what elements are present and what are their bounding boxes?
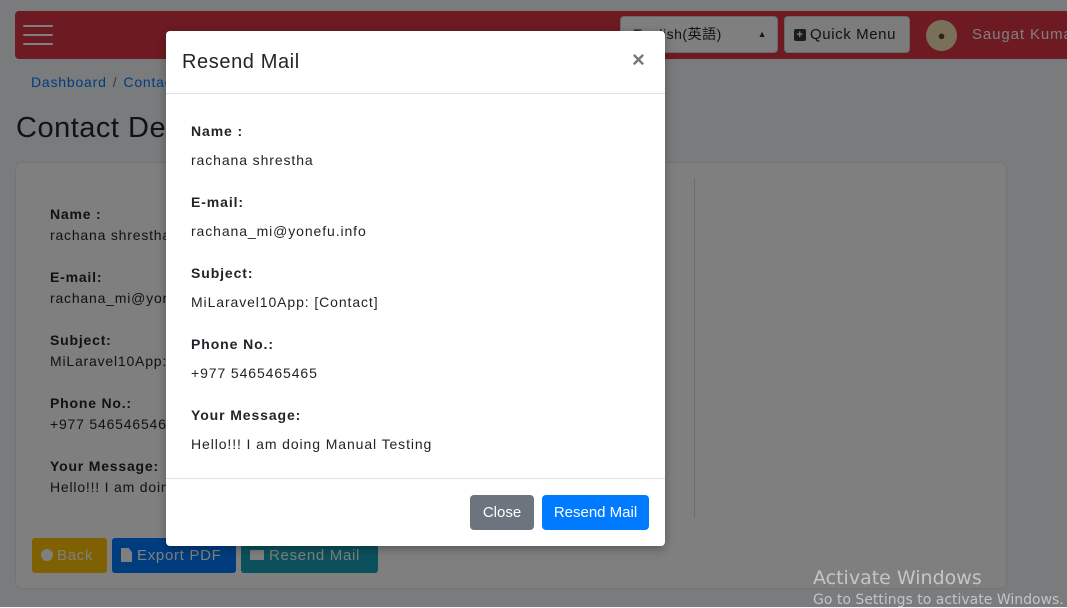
modal-phone-value: +977 5465465465 [191,365,318,381]
modal-email-label: E-mail: [191,194,244,210]
modal-resend-mail-button[interactable]: Resend Mail [542,495,649,530]
modal-message-label: Your Message: [191,407,302,423]
modal-header: Resend Mail × [166,31,665,94]
modal-email-value: rachana_mi@yonefu.info [191,223,367,239]
modal-close-button[interactable]: Close [470,495,534,530]
modal-message-value: Hello!!! I am doing Manual Testing [191,436,433,452]
resend-mail-modal: Resend Mail × Name : rachana shrestha E-… [166,31,665,546]
modal-subject-value: MiLaravel10App: [Contact] [191,294,379,310]
modal-footer: Close Resend Mail [166,478,665,547]
modal-phone-label: Phone No.: [191,336,274,352]
windows-activation-title: Activate Windows [813,567,982,589]
modal-name-value: rachana shrestha [191,152,314,168]
modal-subject-label: Subject: [191,265,254,281]
close-icon[interactable]: × [632,47,645,73]
modal-title: Resend Mail [182,51,300,73]
modal-name-label: Name : [191,123,244,139]
windows-activation-text: Go to Settings to activate Windows. [813,592,1064,608]
